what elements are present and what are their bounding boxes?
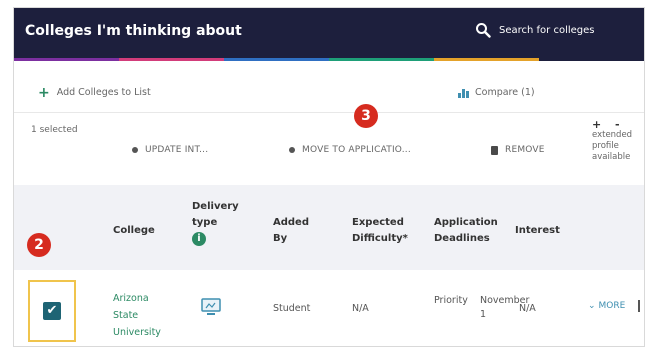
- col-added-by[interactable]: Added By: [273, 215, 318, 247]
- update-icon: [132, 147, 138, 153]
- add-colleges-button[interactable]: + Add Colleges to List: [38, 84, 151, 101]
- deadline-type: Priority: [434, 295, 468, 306]
- colleges-panel: Colleges I'm thinking about Search for c…: [13, 7, 645, 347]
- col-interest[interactable]: Interest: [515, 223, 560, 239]
- expand-collapse-icon: + -: [592, 118, 625, 131]
- compare-label: Compare (1): [475, 87, 535, 98]
- plus-icon: +: [38, 84, 50, 101]
- deadline-date: November 1: [480, 295, 530, 320]
- panel-header: Colleges I'm thinking about Search for c…: [14, 8, 644, 58]
- step-marker-3: 3: [354, 104, 378, 128]
- more-label: MORE: [598, 301, 626, 311]
- table-row: ✔ Arizona State University Student N/A P…: [14, 270, 644, 346]
- update-label: UPDATE INT...: [145, 145, 209, 155]
- list-toolbar: + Add Colleges to List Compare (1): [14, 61, 644, 113]
- extended-profile-label: extended profile available: [592, 130, 633, 162]
- col-application-deadlines[interactable]: Application Deadlines: [434, 215, 506, 247]
- expected-difficulty-value: N/A: [352, 303, 369, 314]
- search-colleges-button[interactable]: Search for colleges: [475, 22, 595, 38]
- move-icon: [289, 147, 295, 153]
- more-button[interactable]: ⌄ MORE: [588, 301, 625, 311]
- interest-value[interactable]: N/A: [519, 302, 536, 316]
- panel-title: Colleges I'm thinking about: [25, 23, 242, 39]
- search-label: Search for colleges: [499, 24, 595, 36]
- row-menu-icon[interactable]: [638, 300, 640, 312]
- update-interest-button[interactable]: UPDATE INT...: [132, 145, 208, 155]
- col-delivery-label[interactable]: Delivery type: [192, 199, 242, 231]
- row-checkbox[interactable]: ✔: [43, 302, 61, 320]
- remove-label: REMOVE: [505, 145, 545, 155]
- move-to-applications-button[interactable]: MOVE TO APPLICATIO...: [289, 145, 411, 155]
- selected-count: 1 selected: [31, 125, 78, 135]
- col-delivery-type: Delivery type i: [192, 199, 242, 247]
- add-colleges-label: Add Colleges to List: [56, 87, 151, 98]
- col-expected-difficulty[interactable]: Expected Difficulty*: [352, 215, 422, 247]
- selection-actions: 1 selected UPDATE INT... MOVE TO APPLICA…: [14, 113, 644, 185]
- added-by-value: Student: [273, 303, 311, 314]
- online-delivery-icon: [200, 297, 222, 317]
- compare-button[interactable]: Compare (1): [458, 87, 535, 98]
- info-icon[interactable]: i: [192, 232, 206, 246]
- table-header: College Delivery type i Added By Expecte…: [14, 185, 644, 270]
- row-select-highlight: ✔: [28, 280, 76, 342]
- extended-profile-toggle[interactable]: + - extended profile available: [592, 119, 642, 163]
- remove-button[interactable]: REMOVE: [491, 145, 545, 155]
- step-marker-2: 2: [27, 233, 51, 257]
- move-label: MOVE TO APPLICATIO...: [302, 145, 411, 155]
- trash-icon: [491, 145, 498, 155]
- search-icon: [475, 22, 491, 38]
- bar-chart-icon: [458, 87, 469, 98]
- col-college[interactable]: College: [113, 223, 155, 239]
- college-link[interactable]: Arizona State University: [113, 290, 173, 341]
- chevron-down-icon: ⌄: [588, 301, 596, 311]
